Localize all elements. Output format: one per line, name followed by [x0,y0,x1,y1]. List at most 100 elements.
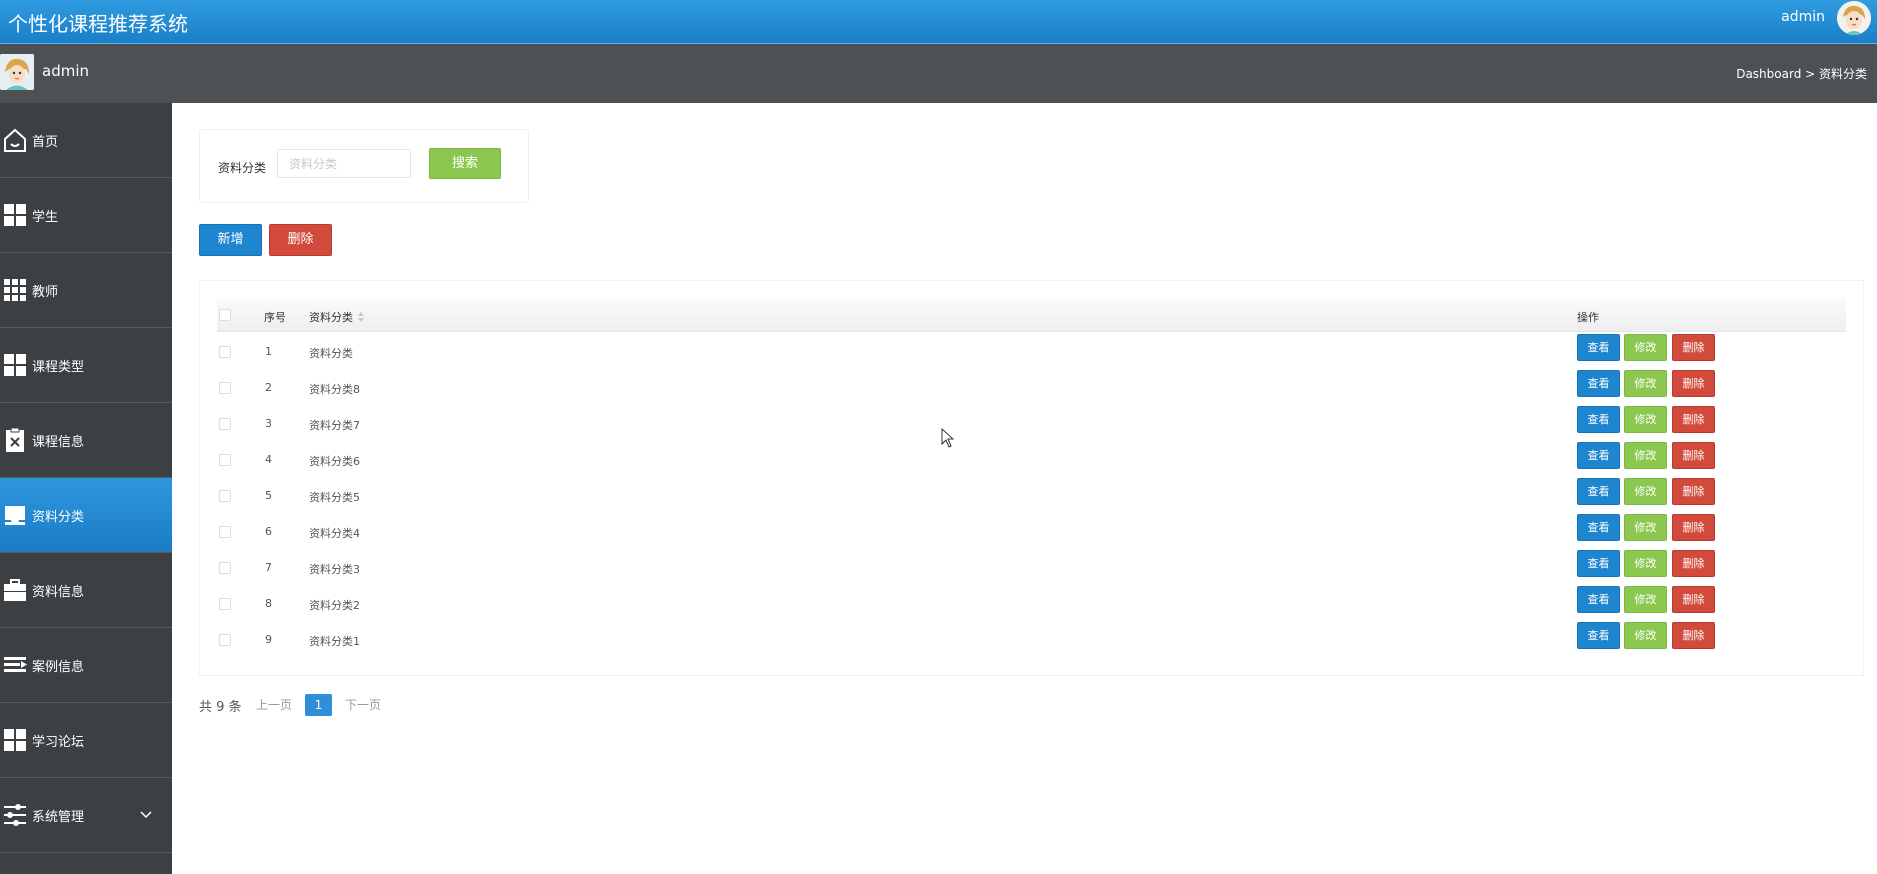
edit-button[interactable]: 修改 [1624,622,1667,649]
add-button[interactable]: 新增 [199,224,262,256]
column-header-category[interactable]: 资料分类 [309,309,353,325]
view-button[interactable]: 查看 [1577,586,1620,613]
cell-category: 资料分类7 [309,419,360,432]
batch-delete-button[interactable]: 删除 [269,224,332,256]
row-checkbox[interactable] [219,526,231,538]
view-button[interactable]: 查看 [1577,622,1620,649]
cell-index: 5 [265,489,272,502]
view-button[interactable]: 查看 [1577,514,1620,541]
sidebar-item-label: 学生 [32,209,59,225]
sidebar-item-student[interactable]: 学生 [0,178,172,253]
sidebar-item-material-info[interactable]: 资料信息 [0,553,172,628]
view-button[interactable]: 查看 [1577,478,1620,505]
sidebar-item-label: 课程信息 [32,434,85,450]
top-avatar[interactable] [1837,1,1871,35]
cell-category: 资料分类5 [309,491,360,504]
delete-button[interactable]: 删除 [1672,586,1715,613]
row-checkbox[interactable] [219,634,231,646]
sidebar-item-material-category[interactable]: 资料分类 [0,478,172,553]
delete-button[interactable]: 删除 [1672,550,1715,577]
pager-next[interactable]: 下一页 [345,696,381,713]
search-button[interactable]: 搜索 [429,148,501,179]
select-all-checkbox[interactable] [219,309,231,321]
edit-button[interactable]: 修改 [1624,550,1667,577]
sort-icon[interactable] [357,308,365,327]
clipboard-icon [2,427,28,453]
row-checkbox[interactable] [219,454,231,466]
sidebar-item-home[interactable]: 首页 [0,103,172,178]
sidebar-item-label: 资料信息 [32,584,85,600]
sidebar-item-label: 课程类型 [32,359,85,375]
table-row: 9 资料分类1 查看 修改 删除 [217,621,1846,657]
row-checkbox[interactable] [219,562,231,574]
edit-button[interactable]: 修改 [1624,478,1667,505]
search-input[interactable] [277,149,411,178]
top-bar: 个性化课程推荐系统 admin [0,0,1877,44]
delete-button[interactable]: 删除 [1672,622,1715,649]
delete-button[interactable]: 删除 [1672,406,1715,433]
sliders-icon [2,802,28,828]
grid-icon [2,352,28,378]
delete-button[interactable]: 删除 [1672,478,1715,505]
view-button[interactable]: 查看 [1577,334,1620,361]
cell-category: 资料分类4 [309,527,360,540]
sidebar-item-teacher[interactable]: 教师 [0,253,172,328]
sidebar-item-label: 学习论坛 [32,734,85,750]
sidebar-item-course-info[interactable]: 课程信息 [0,403,172,478]
table-row: 6 资料分类4 查看 修改 删除 [217,513,1846,549]
cell-index: 7 [265,561,272,574]
edit-button[interactable]: 修改 [1624,442,1667,469]
cell-category: 资料分类 [309,347,353,360]
avatar [0,54,34,90]
delete-button[interactable]: 删除 [1672,442,1715,469]
sidebar-item-course-type[interactable]: 课程类型 [0,328,172,403]
delete-button[interactable]: 删除 [1672,334,1715,361]
cell-index: 1 [265,345,272,358]
home-icon [2,127,28,153]
sidebar-item-system[interactable]: 系统管理 [0,778,172,853]
pager-prev[interactable]: 上一页 [256,696,292,713]
row-checkbox[interactable] [219,382,231,394]
view-button[interactable]: 查看 [1577,406,1620,433]
table-row: 5 资料分类5 查看 修改 删除 [217,477,1846,513]
sidebar-item-case-info[interactable]: 案例信息 [0,628,172,703]
edit-button[interactable]: 修改 [1624,586,1667,613]
chevron-down-icon [140,804,152,823]
briefcase-icon [2,577,28,603]
row-checkbox[interactable] [219,490,231,502]
apps-icon [2,277,28,303]
column-header-ops: 操作 [1577,311,1599,324]
row-checkbox[interactable] [219,598,231,610]
header-bar: admin Dashboard > 资料分类 [0,44,1877,103]
row-checkbox[interactable] [219,418,231,430]
pager-current-page[interactable]: 1 [305,694,332,716]
view-button[interactable]: 查看 [1577,370,1620,397]
table-row: 7 资料分类3 查看 修改 删除 [217,549,1846,585]
grid-icon [2,202,28,228]
cell-category: 资料分类6 [309,455,360,468]
tray-icon [2,502,28,528]
cell-category: 资料分类3 [309,563,360,576]
cell-index: 6 [265,525,272,538]
top-username[interactable]: admin [1781,9,1825,25]
view-button[interactable]: 查看 [1577,550,1620,577]
sidebar: 首页 学生 教师 课程类型 课程信息 资料分类 资料信息 案例信息 学习论坛 系… [0,103,172,874]
edit-button[interactable]: 修改 [1624,406,1667,433]
edit-button[interactable]: 修改 [1624,514,1667,541]
delete-button[interactable]: 删除 [1672,370,1715,397]
delete-button[interactable]: 删除 [1672,514,1715,541]
row-checkbox[interactable] [219,346,231,358]
sidebar-item-label: 案例信息 [32,659,85,675]
cell-index: 2 [265,381,272,394]
pager-total: 共 9 条 [199,700,242,715]
sidebar-item-forum[interactable]: 学习论坛 [0,703,172,778]
edit-button[interactable]: 修改 [1624,370,1667,397]
cell-index: 4 [265,453,272,466]
table-row: 3 资料分类7 查看 修改 删除 [217,405,1846,441]
edit-button[interactable]: 修改 [1624,334,1667,361]
cell-category: 资料分类8 [309,383,360,396]
cell-index: 3 [265,417,272,430]
table-row: 4 资料分类6 查看 修改 删除 [217,441,1846,477]
view-button[interactable]: 查看 [1577,442,1620,469]
table-row: 1 资料分类 查看 修改 删除 [217,333,1846,369]
